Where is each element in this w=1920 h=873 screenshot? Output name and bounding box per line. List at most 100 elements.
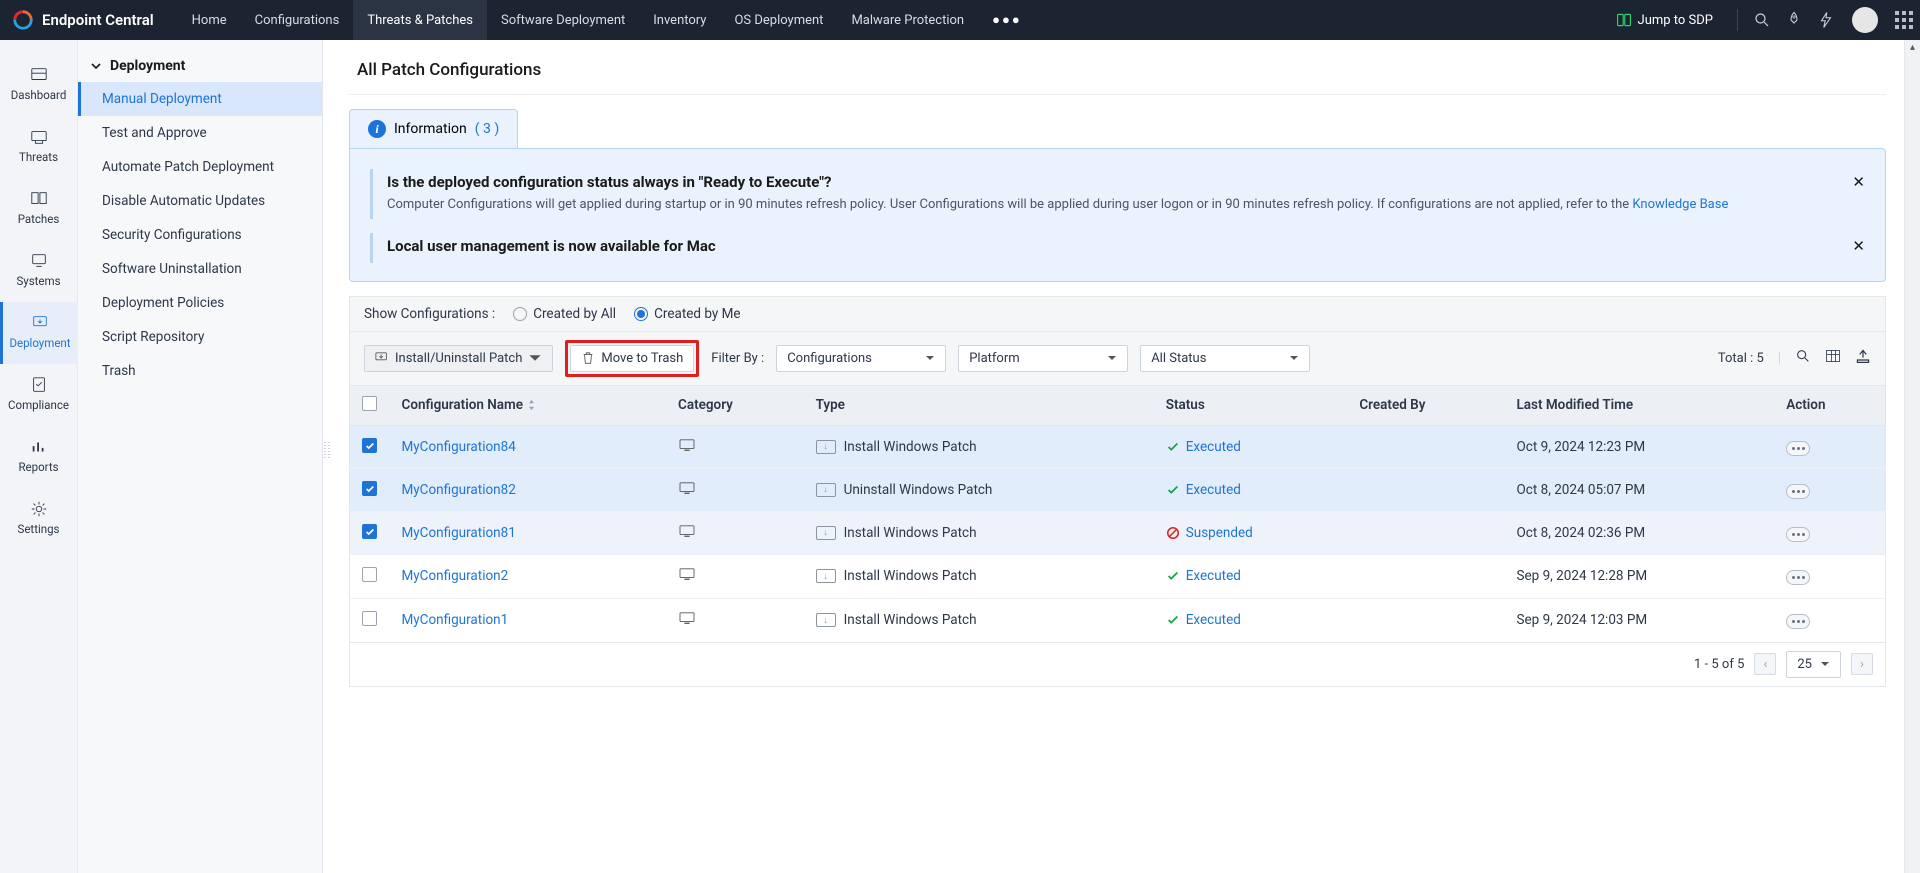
row-checkbox[interactable] [362, 524, 377, 539]
topnav-item-threats-patches[interactable]: Threats & Patches [353, 0, 487, 40]
apps-grid-icon[interactable] [1888, 11, 1920, 29]
download-badge-icon: ↓ [816, 613, 836, 627]
threats-icon [29, 128, 49, 146]
next-page-button[interactable]: › [1851, 653, 1873, 675]
brand[interactable]: Endpoint Central [12, 9, 154, 31]
row-actions-button[interactable] [1786, 441, 1810, 456]
filter-configurations-select[interactable]: Configurations [776, 345, 946, 372]
row-checkbox[interactable] [362, 438, 377, 453]
caret-down-icon [1289, 353, 1299, 363]
filter-platform-select[interactable]: Platform [958, 345, 1128, 372]
category-cell [666, 598, 804, 642]
topnav-item-software-deployment[interactable]: Software Deployment [487, 0, 639, 40]
col-created-by[interactable]: Created By [1347, 385, 1504, 425]
subnav-item-disable-automatic-updates[interactable]: Disable Automatic Updates [78, 184, 322, 218]
col-action[interactable]: Action [1774, 385, 1885, 425]
user-avatar[interactable] [1852, 7, 1878, 33]
close-icon[interactable]: ✕ [1852, 237, 1865, 255]
table-row[interactable]: MyConfiguration84↓Install Windows PatchE… [350, 425, 1886, 468]
rail-item-systems[interactable]: Systems [0, 240, 78, 302]
vertical-scrollbar[interactable]: ▴ [1904, 40, 1920, 873]
row-checkbox[interactable] [362, 481, 377, 496]
export-icon[interactable] [1855, 348, 1871, 368]
rail-item-dashboard[interactable]: Dashboard [0, 54, 78, 116]
topnav-item-configurations[interactable]: Configurations [241, 0, 354, 40]
subnav-item-automate-patch-deployment[interactable]: Automate Patch Deployment [78, 150, 322, 184]
status-link[interactable]: Executed [1186, 568, 1241, 584]
topnav-item-inventory[interactable]: Inventory [639, 0, 720, 40]
table-row[interactable]: MyConfiguration81↓Install Windows PatchS… [350, 511, 1886, 554]
rail-item-patches[interactable]: Patches [0, 178, 78, 240]
type-cell: ↓Install Windows Patch [816, 612, 1142, 628]
col-status[interactable]: Status [1154, 385, 1348, 425]
topnav-item-home[interactable]: Home [178, 0, 241, 40]
knowledge-base-link[interactable]: Knowledge Base [1632, 197, 1728, 212]
rail-item-threats[interactable]: Threats [0, 116, 78, 178]
configuration-link[interactable]: MyConfiguration2 [402, 568, 509, 584]
status-link[interactable]: Executed [1186, 439, 1241, 455]
subnav-item-script-repository[interactable]: Script Repository [78, 320, 322, 354]
row-actions-button[interactable] [1786, 527, 1810, 542]
modified-cell: Sep 9, 2024 12:03 PM [1504, 598, 1774, 642]
subnav-item-trash[interactable]: Trash [78, 354, 322, 388]
subnav-item-test-and-approve[interactable]: Test and Approve [78, 116, 322, 150]
filter-status-select[interactable]: All Status [1140, 345, 1310, 372]
settings-icon [29, 500, 49, 518]
caret-down-icon [1820, 659, 1830, 669]
table-search-icon[interactable] [1795, 348, 1811, 368]
show-configurations-row: Show Configurations : Created by All Cre… [350, 297, 1885, 332]
install-uninstall-patch-button[interactable]: Install/Uninstall Patch [364, 345, 553, 372]
status-link[interactable]: Executed [1186, 612, 1241, 628]
row-actions-button[interactable] [1786, 570, 1810, 585]
prev-page-button[interactable]: ‹ [1754, 653, 1776, 675]
rocket-icon[interactable] [1778, 11, 1810, 29]
chevron-down-icon [90, 60, 102, 72]
move-to-trash-button[interactable]: Move to Trash [570, 345, 694, 372]
configuration-link[interactable]: MyConfiguration82 [402, 482, 516, 498]
row-checkbox[interactable] [362, 611, 377, 626]
rail-item-deployment[interactable]: Deployment [0, 302, 78, 364]
created-by-cell [1347, 468, 1504, 511]
status-link[interactable]: Executed [1186, 482, 1241, 498]
row-actions-button[interactable] [1786, 614, 1810, 629]
page-size-select[interactable]: 25 [1786, 651, 1841, 678]
row-checkbox[interactable] [362, 567, 377, 582]
columns-icon[interactable] [1825, 348, 1841, 368]
configuration-link[interactable]: MyConfiguration81 [402, 525, 516, 541]
search-icon[interactable] [1746, 11, 1778, 29]
category-cell [666, 554, 804, 598]
row-actions-button[interactable] [1786, 484, 1810, 499]
modified-cell: Oct 8, 2024 02:36 PM [1504, 511, 1774, 554]
radio-created-by-me[interactable]: Created by Me [634, 306, 740, 322]
jump-to-sdp[interactable]: Jump to SDP [1616, 12, 1713, 28]
topnav-item-malware-protection[interactable]: Malware Protection [837, 0, 978, 40]
subnav-item-security-configurations[interactable]: Security Configurations [78, 218, 322, 252]
radio-created-by-all[interactable]: Created by All [513, 306, 616, 322]
info-tab[interactable]: i Information ( 3 ) [349, 109, 518, 148]
status-link[interactable]: Suspended [1186, 525, 1253, 541]
subnav-item-software-uninstallation[interactable]: Software Uninstallation [78, 252, 322, 286]
table-row[interactable]: MyConfiguration82↓Uninstall Windows Patc… [350, 468, 1886, 511]
topnav-item-os-deployment[interactable]: OS Deployment [720, 0, 837, 40]
col-type[interactable]: Type [804, 385, 1154, 425]
pane-resize-handle[interactable] [323, 40, 331, 873]
desktop-icon [678, 524, 696, 538]
subnav-item-deployment-policies[interactable]: Deployment Policies [78, 286, 322, 320]
select-all-checkbox[interactable] [362, 396, 377, 411]
bolt-icon[interactable] [1810, 11, 1842, 29]
subnav-heading[interactable]: Deployment [78, 50, 322, 82]
configurations-table: Configuration Name Category Type Status … [349, 385, 1886, 643]
close-icon[interactable]: ✕ [1852, 173, 1865, 191]
table-row[interactable]: MyConfiguration2↓Install Windows PatchEx… [350, 554, 1886, 598]
topnav-more[interactable]: ●●● [978, 0, 1036, 40]
col-modified[interactable]: Last Modified Time [1504, 385, 1774, 425]
subnav-item-manual-deployment[interactable]: Manual Deployment [78, 82, 322, 116]
configuration-link[interactable]: MyConfiguration84 [402, 439, 516, 455]
rail-item-compliance[interactable]: Compliance [0, 364, 78, 426]
rail-item-reports[interactable]: Reports [0, 426, 78, 488]
table-row[interactable]: MyConfiguration1 ↓Install Windows Patch Ex… [350, 598, 1886, 642]
configuration-link[interactable]: MyConfiguration1 [402, 612, 509, 628]
rail-item-settings[interactable]: Settings [0, 488, 78, 550]
caret-down-icon [1107, 353, 1117, 363]
col-category[interactable]: Category [666, 385, 804, 425]
